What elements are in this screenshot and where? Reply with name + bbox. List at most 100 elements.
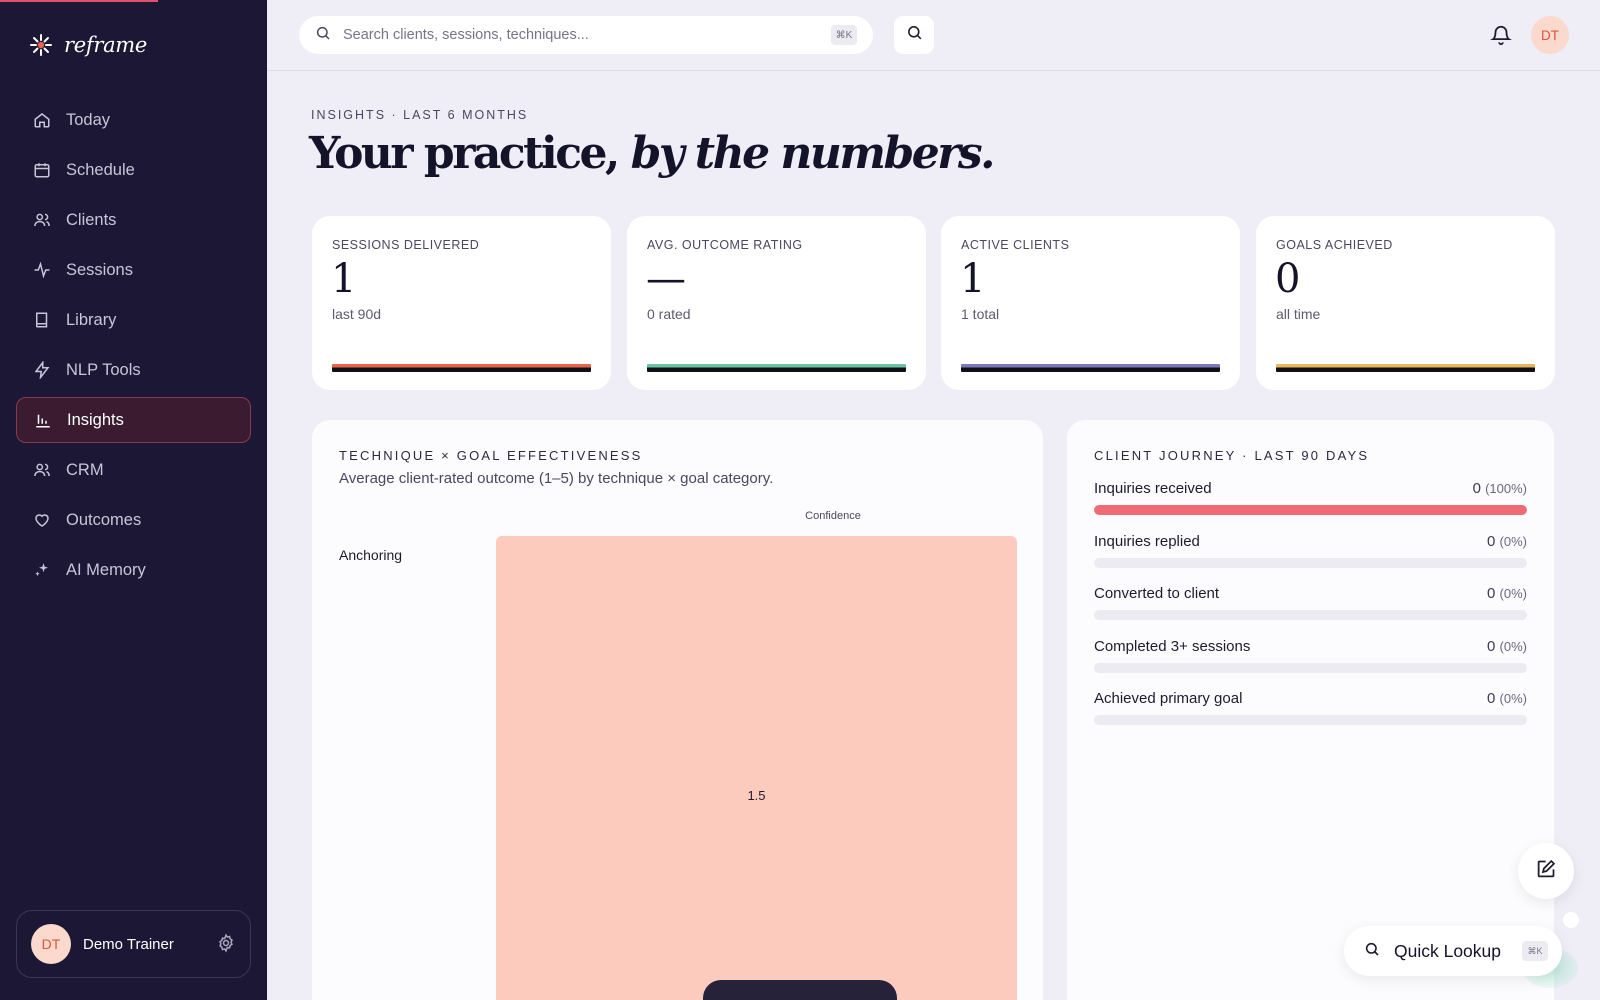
journey-stage-count: 0 xyxy=(1472,480,1481,497)
kpi-label: SESSIONS DELIVERED xyxy=(332,238,480,252)
page-title-plain: Your practice, xyxy=(309,128,631,179)
status-dot xyxy=(1563,912,1579,928)
sidebar-item-label: Today xyxy=(66,110,111,129)
page-title-italic: by the numbers. xyxy=(630,128,996,179)
heatmap-cell[interactable]: 1.5 xyxy=(496,536,1017,1000)
activity-icon xyxy=(32,260,52,280)
kpi-subtext: 1 total xyxy=(961,306,1000,322)
journey-stage-count: 0 xyxy=(1487,585,1496,602)
journey-stage-percent: (0%) xyxy=(1499,534,1527,549)
search-input[interactable]: Search clients, sessions, techniques... … xyxy=(299,16,873,54)
journey-stage-label: Inquiries replied xyxy=(1094,533,1200,550)
panel-title: TECHNIQUE × GOAL EFFECTIVENESS xyxy=(339,448,643,463)
sparkles-icon xyxy=(32,560,52,580)
heatmap-row-label: Anchoring xyxy=(339,547,403,563)
edit-icon xyxy=(1536,858,1557,884)
book-icon xyxy=(32,310,52,330)
journey-stage-percent: (100%) xyxy=(1485,481,1527,496)
users-icon xyxy=(32,210,52,230)
sidebar-item-schedule[interactable]: Schedule xyxy=(16,147,251,193)
kpi-card-avg-outcome-rating: AVG. OUTCOME RATING — 0 rated xyxy=(627,216,926,390)
kpi-card-goals-achieved: GOALS ACHIEVED 0 all time xyxy=(1256,216,1555,390)
heatmap-cell-value: 1.5 xyxy=(747,788,766,803)
journey-stage-count: 0 xyxy=(1487,690,1496,707)
kpi-accent-bar xyxy=(332,364,591,372)
search-icon xyxy=(906,24,923,46)
kpi-value: 0 xyxy=(1275,256,1301,302)
bolt-icon xyxy=(32,360,52,380)
user-name: Demo Trainer xyxy=(83,935,174,953)
journey-stage-value: 0 (0%) xyxy=(1487,585,1527,602)
journey-progress-fill xyxy=(1094,505,1527,515)
sidebar-item-label: AI Memory xyxy=(66,560,146,579)
journey-stage-value: 0 (0%) xyxy=(1487,638,1527,655)
sidebar-item-nlp-tools[interactable]: NLP Tools xyxy=(16,347,251,393)
journey-stage-label: Completed 3+ sessions xyxy=(1094,638,1251,655)
search-icon xyxy=(1364,941,1380,962)
sidebar-item-label: Schedule xyxy=(66,160,135,179)
journey-progress-track xyxy=(1094,505,1527,515)
sidebar-item-label: Insights xyxy=(67,410,124,429)
kpi-accent-bar xyxy=(961,364,1220,372)
search-shortcut-badge: ⌘K xyxy=(831,25,857,45)
journey-stage-count: 0 xyxy=(1487,638,1496,655)
kpi-label: GOALS ACHIEVED xyxy=(1276,238,1393,252)
home-icon xyxy=(32,110,52,130)
kpi-accent-bar xyxy=(647,364,906,372)
panel-title: CLIENT JOURNEY · LAST 90 DAYS xyxy=(1094,448,1370,463)
journey-progress-track xyxy=(1094,715,1527,725)
sidebar-item-crm[interactable]: CRM xyxy=(16,447,251,493)
journey-stage-label: Converted to client xyxy=(1094,585,1220,602)
sidebar-item-library[interactable]: Library xyxy=(16,297,251,343)
top-bar: Search clients, sessions, techniques... … xyxy=(267,0,1600,71)
journey-stage-label: Achieved primary goal xyxy=(1094,690,1243,707)
journey-stage-value: 0 (0%) xyxy=(1487,690,1527,707)
users-icon xyxy=(32,460,52,480)
bottom-toolbar[interactable] xyxy=(703,980,897,1000)
sidebar-item-insights[interactable]: Insights xyxy=(16,397,251,443)
journey-stage-percent: (0%) xyxy=(1499,639,1527,654)
brand-logo[interactable]: reframe xyxy=(28,32,147,58)
heatmap-column-label: Confidence xyxy=(805,510,861,522)
journey-progress-track xyxy=(1094,663,1527,673)
page-eyebrow: INSIGHTS · LAST 6 MONTHS xyxy=(311,108,529,122)
kpi-card-active-clients: ACTIVE CLIENTS 1 1 total xyxy=(941,216,1240,390)
kpi-card-sessions-delivered: SESSIONS DELIVERED 1 last 90d xyxy=(312,216,611,390)
kpi-subtext: 0 rated xyxy=(647,306,691,322)
heart-icon xyxy=(32,510,52,530)
avatar: DT xyxy=(31,924,71,964)
journey-stage-value: 0 (100%) xyxy=(1473,480,1527,497)
panel-subtitle: Average client-rated outcome (1–5) by te… xyxy=(339,470,774,487)
sidebar-item-ai-memory[interactable]: AI Memory xyxy=(16,547,251,593)
logo-icon xyxy=(28,32,54,58)
kpi-value: 1 xyxy=(960,256,986,302)
search-placeholder: Search clients, sessions, techniques... xyxy=(343,27,589,43)
search-button[interactable] xyxy=(894,16,934,54)
sidebar-item-label: Outcomes xyxy=(66,510,142,529)
journey-stage-count: 0 xyxy=(1487,533,1496,550)
sidebar-item-clients[interactable]: Clients xyxy=(16,197,251,243)
notifications-bell-icon[interactable] xyxy=(1488,22,1514,48)
quick-lookup-label: Quick Lookup xyxy=(1394,940,1502,961)
kpi-subtext: last 90d xyxy=(332,306,382,322)
journey-stage-percent: (0%) xyxy=(1499,586,1527,601)
new-note-button[interactable] xyxy=(1518,843,1574,899)
kpi-accent-bar xyxy=(1276,364,1535,372)
client-journey-panel: CLIENT JOURNEY · LAST 90 DAYS Inquiries … xyxy=(1067,420,1554,1000)
sidebar-item-label: NLP Tools xyxy=(66,360,141,379)
sidebar-item-sessions[interactable]: Sessions xyxy=(16,247,251,293)
sidebar-item-today[interactable]: Today xyxy=(16,97,251,143)
brand-name: reframe xyxy=(64,33,148,57)
journey-stage-value: 0 (0%) xyxy=(1487,533,1527,550)
quick-lookup-button[interactable]: Quick Lookup ⌘K xyxy=(1344,926,1562,976)
gear-icon[interactable] xyxy=(216,933,238,955)
calendar-icon xyxy=(32,160,52,180)
sidebar: reframe Today Schedule Clients Sessions … xyxy=(0,0,267,1000)
user-profile-card[interactable]: DT Demo Trainer xyxy=(16,910,251,978)
avatar[interactable]: DT xyxy=(1531,16,1569,54)
quick-lookup-shortcut: ⌘K xyxy=(1522,941,1548,961)
sidebar-item-outcomes[interactable]: Outcomes xyxy=(16,497,251,543)
bar-chart-icon xyxy=(33,410,53,430)
technique-goal-panel: TECHNIQUE × GOAL EFFECTIVENESS Average c… xyxy=(312,420,1043,1000)
page-title: Your practice, by the numbers. xyxy=(309,128,996,179)
